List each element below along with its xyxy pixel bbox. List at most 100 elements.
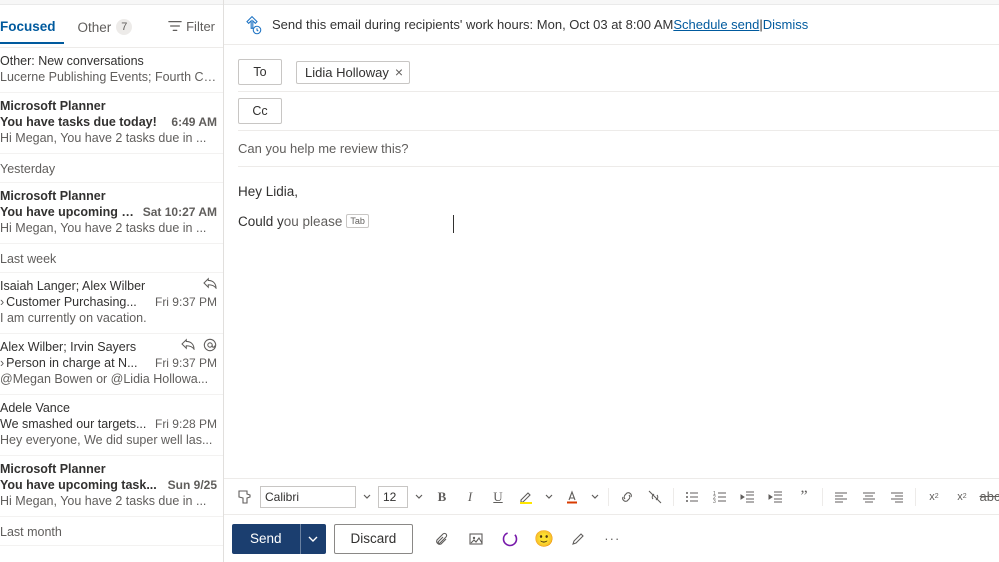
discard-button[interactable]: Discard <box>334 524 414 554</box>
list-item[interactable]: Microsoft Planner You have tasks due tod… <box>0 93 223 154</box>
item-subject: ›Person in charge at N... <box>0 356 147 370</box>
schedule-send-link[interactable]: Schedule send <box>673 17 759 32</box>
highlight-dropdown[interactable] <box>542 493 556 501</box>
schedule-send-icon <box>242 15 262 35</box>
inbox-tabs: Focused Other 7 Filter <box>0 5 223 48</box>
item-time: Fri 9:37 PM <box>155 356 217 370</box>
chevron-down-icon <box>415 493 423 501</box>
more-actions-button[interactable]: ··· <box>601 528 623 550</box>
text-cursor <box>453 215 454 233</box>
list-item[interactable]: Isaiah Langer; Alex Wilber ›Customer Pur… <box>0 273 223 334</box>
format-painter-icon <box>236 489 252 505</box>
outdent-icon <box>740 489 756 505</box>
align-right-button[interactable] <box>885 485 909 509</box>
insert-picture-button[interactable] <box>465 528 487 550</box>
chevron-down-icon <box>308 534 318 544</box>
link-button[interactable] <box>615 485 639 509</box>
item-preview: Hi Megan, You have 2 tasks due in ... <box>0 131 217 145</box>
subject-row <box>238 131 999 167</box>
item-time: 6:49 AM <box>171 115 217 129</box>
chevron-down-icon <box>545 493 553 501</box>
item-subject: We smashed our targets... <box>0 417 147 431</box>
align-center-icon <box>861 489 877 505</box>
body-greeting: Hey Lidia, <box>238 181 999 203</box>
item-preview: I am currently on vacation. <box>0 311 217 325</box>
font-family-select[interactable]: Calibri <box>260 486 356 508</box>
remove-link-button[interactable] <box>643 485 667 509</box>
chevron-down-icon <box>591 493 599 501</box>
recipient-chip[interactable]: Lidia Holloway × <box>296 61 410 84</box>
font-size-dropdown[interactable] <box>412 493 426 501</box>
highlight-button[interactable] <box>514 485 538 509</box>
format-toolbar: Calibri 12 B I U <box>224 478 999 514</box>
item-sender: Microsoft Planner <box>0 99 217 113</box>
to-button[interactable]: To <box>238 59 282 85</box>
list-item[interactable]: Alex Wilber; Irvin Sayers ›Person in cha… <box>0 334 223 395</box>
body-suggestion: ou please <box>284 211 343 233</box>
bullets-icon <box>684 489 700 505</box>
bold-button[interactable]: B <box>430 485 454 509</box>
recipient-name: Lidia Holloway <box>305 65 389 80</box>
send-button[interactable]: Send <box>232 524 300 554</box>
message-body[interactable]: Hey Lidia, Could you please Tab <box>238 167 999 478</box>
list-item[interactable]: Other: New conversations Lucerne Publish… <box>0 48 223 93</box>
cc-button[interactable]: Cc <box>238 98 282 124</box>
format-painter-button[interactable] <box>232 485 256 509</box>
chevron-down-icon <box>363 493 371 501</box>
subscript-button[interactable]: x2 <box>950 485 974 509</box>
subject-input[interactable] <box>238 141 999 156</box>
item-subject: You have upcoming task... <box>0 478 160 492</box>
font-family-dropdown[interactable] <box>360 493 374 501</box>
emoji-button[interactable]: 🙂 <box>533 528 555 550</box>
align-left-button[interactable] <box>829 485 853 509</box>
loop-component-button[interactable] <box>499 528 521 550</box>
schedule-send-infobar: Send this email during recipients' work … <box>224 5 999 45</box>
list-item[interactable]: Adele Vance We smashed our targets... Fr… <box>0 395 223 456</box>
quote-button[interactable]: ” <box>792 485 816 509</box>
superscript-button[interactable]: x2 <box>922 485 946 509</box>
numbered-icon: 123 <box>712 489 728 505</box>
dismiss-link[interactable]: Dismiss <box>763 17 809 32</box>
font-color-dropdown[interactable] <box>588 493 602 501</box>
infobar-text: Send this email during recipients' work … <box>272 17 673 32</box>
link-icon <box>619 489 635 505</box>
attach-file-button[interactable] <box>431 528 453 550</box>
indent-icon <box>768 489 784 505</box>
remove-recipient-icon[interactable]: × <box>395 65 403 79</box>
strikethrough-button[interactable]: abc <box>978 485 999 509</box>
body-text-before: Could y <box>238 211 284 233</box>
align-center-button[interactable] <box>857 485 881 509</box>
send-options-dropdown[interactable] <box>300 524 326 554</box>
filter-button[interactable]: Filter <box>168 19 215 34</box>
highlight-icon <box>518 489 534 505</box>
item-subject: ›Customer Purchasing... <box>0 295 147 309</box>
tab-focused[interactable]: Focused <box>0 9 64 44</box>
mail-list-pane: Focused Other 7 Filter Other: New conver… <box>0 0 224 562</box>
mail-list[interactable]: Other: New conversations Lucerne Publish… <box>0 48 223 562</box>
item-preview: Hi Megan, You have 2 tasks due in ... <box>0 494 217 508</box>
item-sender: Microsoft Planner <box>0 462 217 476</box>
font-color-button[interactable] <box>560 485 584 509</box>
svg-text:3: 3 <box>713 499 716 505</box>
italic-button[interactable]: I <box>458 485 482 509</box>
signature-button[interactable] <box>567 528 589 550</box>
bulleted-list-button[interactable] <box>680 485 704 509</box>
compose-pane: Send this email during recipients' work … <box>224 0 999 562</box>
font-color-icon <box>564 489 580 505</box>
item-sender: Adele Vance <box>0 401 217 415</box>
item-time: Sun 9/25 <box>168 478 217 492</box>
filter-icon <box>168 19 182 33</box>
underline-button[interactable]: U <box>486 485 510 509</box>
decrease-indent-button[interactable] <box>736 485 760 509</box>
numbered-list-button[interactable]: 123 <box>708 485 732 509</box>
reply-icon <box>181 338 195 350</box>
tab-other-label: Other <box>78 20 112 35</box>
tab-other[interactable]: Other 7 <box>78 9 141 43</box>
increase-indent-button[interactable] <box>764 485 788 509</box>
item-sender: Isaiah Langer; Alex Wilber <box>0 279 217 293</box>
list-item[interactable]: Microsoft Planner You have upcoming task… <box>0 456 223 517</box>
picture-icon <box>468 531 484 547</box>
list-item[interactable]: Microsoft Planner You have upcoming t...… <box>0 183 223 244</box>
item-sender: Other: New conversations <box>0 54 217 68</box>
font-size-select[interactable]: 12 <box>378 486 408 508</box>
